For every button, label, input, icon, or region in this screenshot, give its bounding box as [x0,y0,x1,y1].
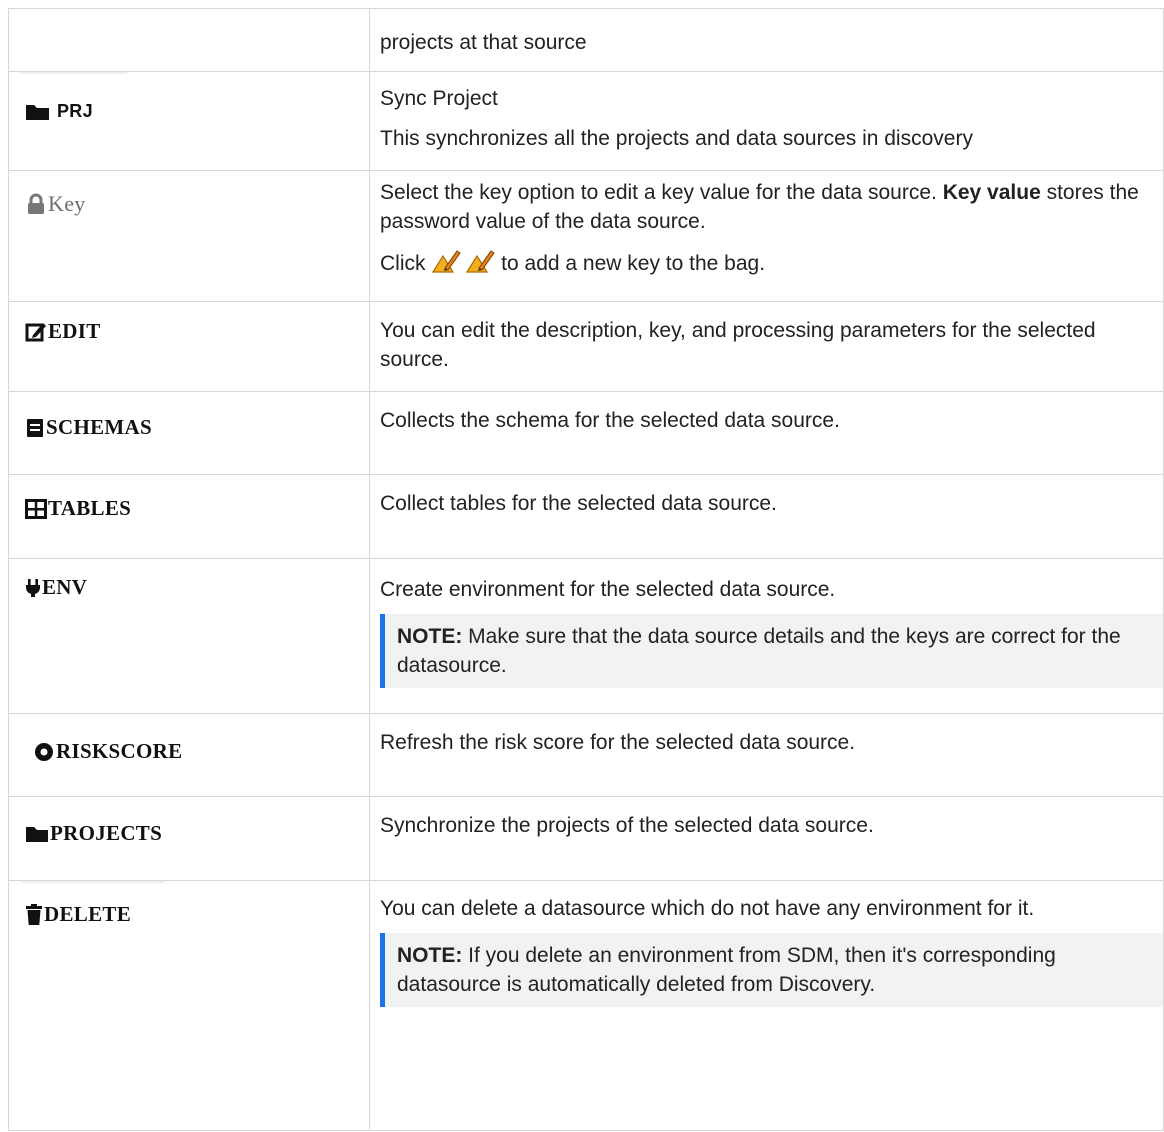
edit-icon [25,321,48,343]
table-row: DELETE You can delete a datasource which… [8,880,1164,1131]
button-cell: SCHEMAS [8,391,370,475]
folder-icon [25,102,52,122]
description-cell: Collect tables for the selected data sou… [369,474,1164,559]
edit-button[interactable]: EDIT [25,319,101,344]
button-cell [8,8,370,72]
add-key-pencil-icon[interactable] [431,248,462,282]
description-cell: You can delete a datasource which do not… [369,880,1164,1131]
description-cell: Synchronize the projects of the selected… [369,796,1164,881]
description-text: Refresh the risk score for the selected … [380,731,856,754]
description-text: Collects the schema for the selected dat… [380,409,840,432]
book-icon [25,417,46,439]
table-row: PROJECTS Synchronize the projects of the… [8,796,1164,881]
table-row: RISKSCORE Refresh the risk score for the… [8,713,1164,797]
circle-icon [33,741,56,763]
key-button[interactable]: Key [25,191,86,217]
description-text: Create environment for the selected data… [380,578,836,601]
schemas-button[interactable]: SCHEMAS [25,415,152,440]
description-text: projects at that source [380,31,587,54]
button-cell: PRJ [8,71,370,171]
button-cell: PROJECTS [8,796,370,881]
button-cell: DELETE [8,880,370,1131]
add-key-pencil-icon[interactable] [465,248,496,282]
table-row: ENV Create environment for the selected … [8,558,1164,714]
riskscore-button[interactable]: RISKSCORE [33,739,182,764]
table-row: TABLES Collect tables for the selected d… [8,474,1164,559]
button-cell: RISKSCORE [8,713,370,797]
table-row: PRJ Sync Project This synchronizes all t… [8,71,1164,171]
description-text: You can delete a datasource which do not… [380,897,1035,920]
table-row: EDIT You can edit the description, key, … [8,301,1164,392]
description-cell: Create environment for the selected data… [369,558,1164,714]
description-text: This synchronizes all the projects and d… [380,127,973,150]
description-cell: Refresh the risk score for the selected … [369,713,1164,797]
note-callout: NOTE: If you delete an environment from … [380,933,1163,1007]
description-cell: You can edit the description, key, and p… [369,301,1164,392]
table-row: Key Select the key option to edit a key … [8,170,1164,302]
table-row: projects at that source [8,8,1164,72]
lock-icon [25,193,48,215]
options-table: projects at that source PRJ Sync Project… [8,8,1164,1131]
button-cell: ENV [8,558,370,714]
button-cell: Key [8,170,370,302]
description-text: Click to add a new key to the bag. [380,248,1163,282]
plug-icon [25,578,42,598]
description-cell: Select the key option to edit a key valu… [369,170,1164,302]
table-icon [25,498,48,519]
description-text: Synchronize the projects of the selected… [380,814,874,837]
button-cell: TABLES [8,474,370,559]
env-button[interactable]: ENV [25,575,87,600]
description-text: Collect tables for the selected data sou… [380,492,777,515]
projects-button[interactable]: PROJECTS [25,821,162,846]
note-callout: NOTE: Make sure that the data source det… [380,614,1163,688]
description-cell: Sync Project This synchronizes all the p… [369,71,1164,171]
description-cell: projects at that source [369,8,1164,72]
description-cell: Collects the schema for the selected dat… [369,391,1164,475]
folder-icon [25,824,50,844]
table-row: SCHEMAS Collects the schema for the sele… [8,391,1164,475]
delete-button[interactable]: DELETE [25,902,131,927]
description-text: You can edit the description, key, and p… [380,319,1096,371]
tables-button[interactable]: TABLES [25,496,131,521]
description-title: Sync Project [380,87,498,110]
prj-button[interactable]: PRJ [25,101,93,122]
description-text: Select the key option to edit a key valu… [380,181,1139,233]
button-cell: EDIT [8,301,370,392]
trash-icon [25,903,44,926]
